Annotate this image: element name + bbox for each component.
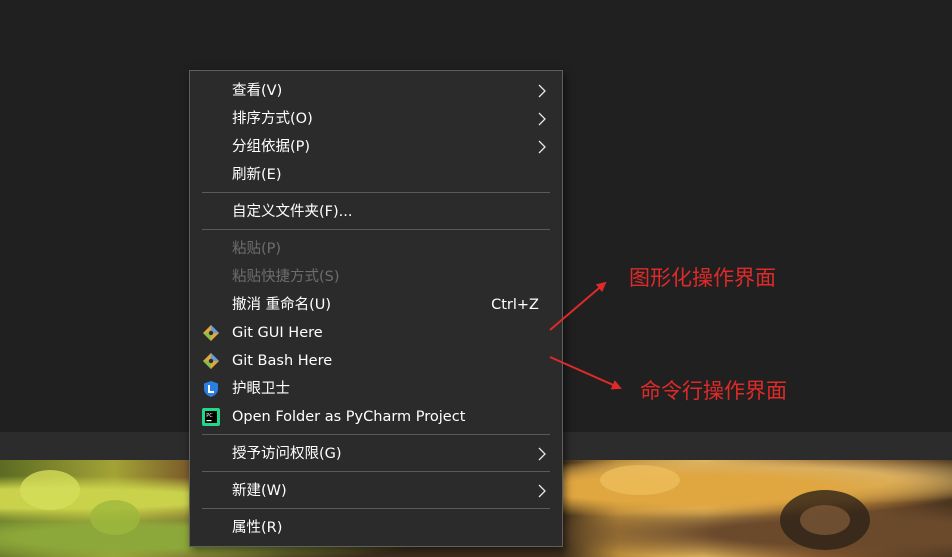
- arrow-to-cli-label: [549, 356, 622, 390]
- annotation-cli-label: 命令行操作界面: [640, 379, 787, 403]
- arrow-to-gui-label: [549, 281, 607, 331]
- annotation-arrows: [549, 281, 622, 390]
- annotation-gui-label: 图形化操作界面: [629, 266, 776, 290]
